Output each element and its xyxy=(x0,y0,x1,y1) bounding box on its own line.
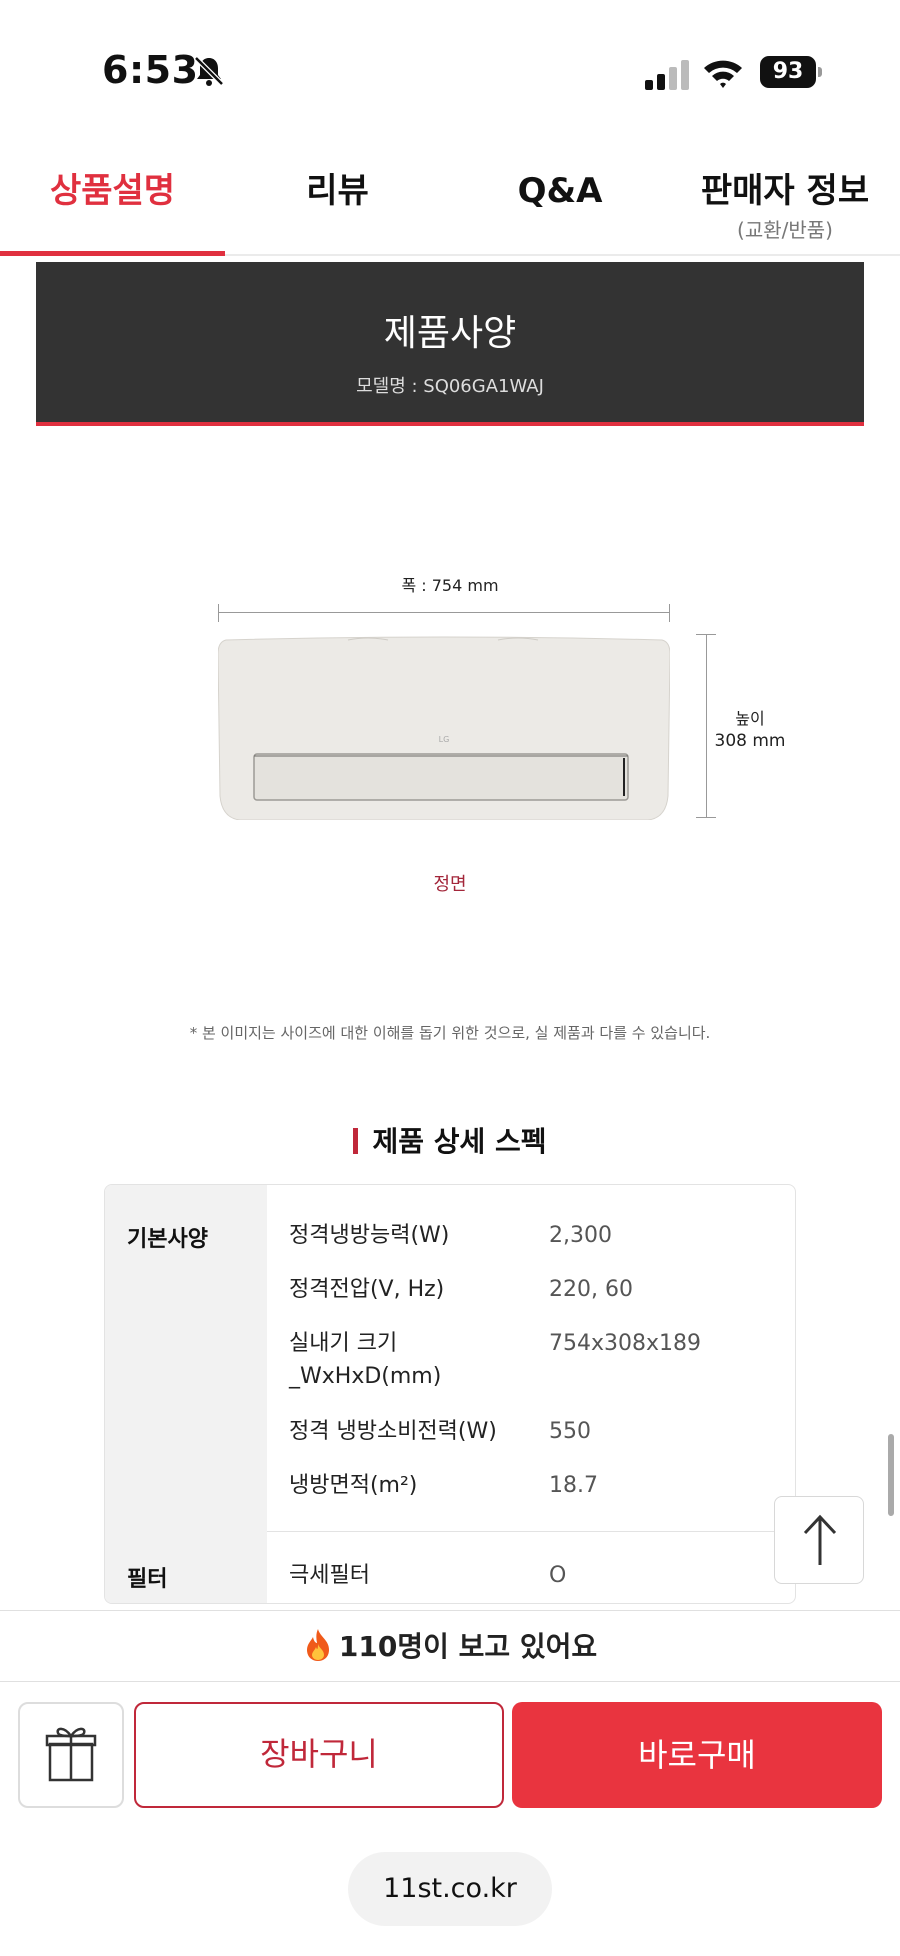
height-dimension-line xyxy=(706,634,707,818)
heading-accent-bar xyxy=(353,1128,359,1154)
tab-seller-info[interactable]: 판매자 정보 (교환/반품) xyxy=(670,160,900,256)
product-detail-page: 6:53 93 상품설명 리뷰 Q&A 판매자 정보 (교환/반품) 제품사양 … xyxy=(0,0,900,1956)
width-tick-left xyxy=(218,604,219,622)
viewers-text: 110명이 보고 있어요 xyxy=(338,1630,598,1663)
spec-key: 정격냉방능력(W) xyxy=(289,1223,450,1248)
width-dimension-label: 폭 : 754 mm xyxy=(401,576,499,595)
browser-url-bar[interactable]: 11st.co.kr xyxy=(348,1852,552,1926)
bell-slash-icon xyxy=(194,56,224,86)
spec-heading-text: 제품 상세 스펙 xyxy=(372,1125,547,1158)
tab-reviews[interactable]: 리뷰 xyxy=(225,160,450,256)
add-to-cart-button[interactable]: 장바구니 xyxy=(134,1702,504,1808)
height-tick-bottom xyxy=(696,817,716,818)
tab-seller-info-label: 판매자 정보 xyxy=(700,171,870,211)
height-label-value: 308 mm xyxy=(714,731,786,751)
gift-icon xyxy=(45,1727,97,1782)
tab-qna[interactable]: Q&A xyxy=(450,160,670,256)
width-dimension-line xyxy=(218,612,670,613)
spec-key: 정격전압(V, Hz) xyxy=(289,1277,445,1302)
banner-title: 제품사양 xyxy=(383,313,517,354)
wifi-icon xyxy=(704,60,742,88)
spec-key: 극세필터 xyxy=(289,1563,370,1588)
spec-group-divider xyxy=(267,1531,795,1532)
fire-icon xyxy=(306,1629,329,1661)
spec-key: 냉방면적(m²) xyxy=(289,1473,418,1498)
air-conditioner-image: LG xyxy=(218,636,670,820)
cellular-signal-icon xyxy=(645,60,689,90)
front-view-label: 정면 xyxy=(433,874,467,895)
spec-value: 2,300 xyxy=(549,1223,612,1248)
spec-category-filter: 필터 xyxy=(127,1567,168,1592)
tab-description-label: 상품설명 xyxy=(49,171,176,211)
spec-category-basic: 기본사양 xyxy=(127,1227,208,1252)
tab-reviews-label: 리뷰 xyxy=(306,171,369,211)
product-tabs: 상품설명 리뷰 Q&A 판매자 정보 (교환/반품) xyxy=(0,160,900,256)
spec-banner: 제품사양 모델명 : SQ06GA1WAJ xyxy=(36,262,864,426)
brand-logo: LG xyxy=(439,735,450,744)
spec-value: O xyxy=(549,1563,567,1588)
spec-heading: 제품 상세 스펙 xyxy=(0,1120,900,1160)
height-dimension-label: 높이 308 mm xyxy=(710,708,790,752)
battery-level: 93 xyxy=(760,56,816,88)
status-bar: 6:53 93 xyxy=(0,0,900,130)
spec-value: 550 xyxy=(549,1419,591,1444)
spec-key: 정격 냉방소비전력(W) xyxy=(289,1419,497,1444)
battery-icon: 93 xyxy=(760,56,822,88)
banner-model-number: 모델명 : SQ06GA1WAJ xyxy=(356,376,544,397)
size-disclaimer: * 본 이미지는 사이즈에 대한 이해를 돕기 위한 것으로, 실 제품과 다를… xyxy=(189,1024,711,1042)
width-tick-right xyxy=(669,604,670,622)
spec-value: 220, 60 xyxy=(549,1277,633,1302)
tab-qna-label: Q&A xyxy=(517,171,603,211)
spec-value: 754x308x189 xyxy=(549,1331,702,1356)
dimension-diagram: 폭 : 754 mm 높이 308 mm LG 정면 xyxy=(0,560,900,920)
tab-seller-info-sub: (교환/반품) xyxy=(737,218,833,242)
live-viewers-bar: 110명이 보고 있어요 xyxy=(0,1610,900,1682)
tab-description[interactable]: 상품설명 xyxy=(0,160,225,256)
status-time: 6:53 xyxy=(102,48,199,92)
viewers-message: 110명이 보고 있어요 xyxy=(303,1629,598,1663)
spec-key: 실내기 크기 _WxHxD(mm) xyxy=(289,1331,442,1389)
buy-now-button[interactable]: 바로구매 xyxy=(512,1702,882,1808)
active-tab-indicator xyxy=(0,251,225,256)
bottom-action-bar: 장바구니 바로구매 11st.co.kr xyxy=(0,1682,900,1956)
spec-table: 기본사양 정격냉방능력(W) 2,300 정격전압(V, Hz) 220, 60… xyxy=(104,1184,796,1604)
gift-button[interactable] xyxy=(18,1702,124,1808)
spec-value: 18.7 xyxy=(549,1473,598,1498)
arrow-up-icon xyxy=(803,1514,837,1565)
height-tick-top xyxy=(696,634,716,635)
scrollbar-thumb[interactable] xyxy=(888,1434,894,1516)
height-label-text: 높이 xyxy=(735,709,765,728)
scroll-to-top-button[interactable] xyxy=(774,1496,864,1584)
